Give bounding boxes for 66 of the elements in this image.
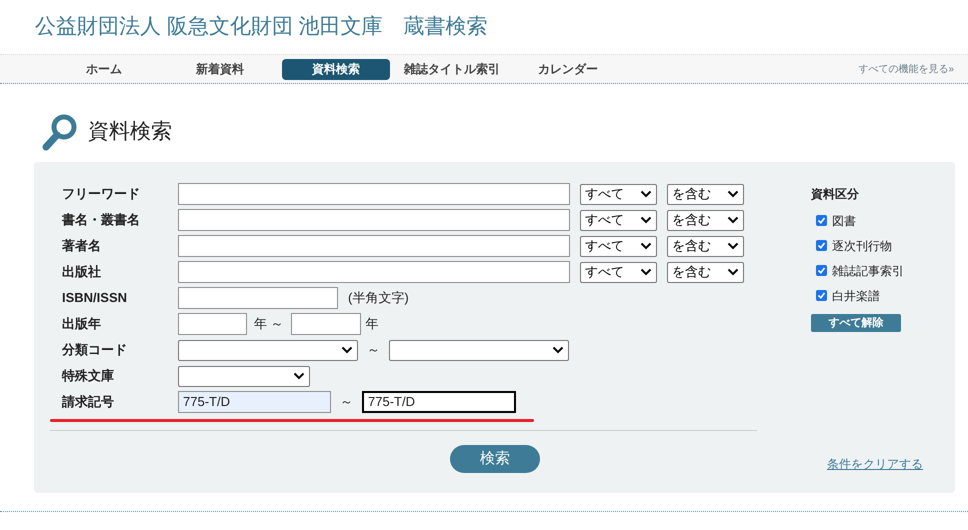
input-field[interactable] xyxy=(178,183,570,205)
range-separator: 年 ～ xyxy=(254,315,284,334)
input-field[interactable] xyxy=(178,287,338,309)
all-features-link[interactable]: すべての機能を見る» xyxy=(858,62,954,76)
input-field[interactable] xyxy=(178,235,570,257)
dropdown[interactable]: すべて xyxy=(580,184,657,204)
chevron-down-icon xyxy=(727,216,739,224)
field-label: 分類コード xyxy=(62,341,128,360)
clear-conditions-link[interactable]: 条件をクリアする xyxy=(827,455,923,473)
checkbox[interactable] xyxy=(816,240,827,251)
nav-tab[interactable]: カレンダー xyxy=(514,58,622,80)
clear-all-button[interactable]: すべて解除 xyxy=(811,314,901,332)
chevron-down-icon xyxy=(727,268,739,276)
field-label: 書名・叢書名 xyxy=(62,211,141,230)
dropdown[interactable]: を含む xyxy=(667,184,744,204)
dropdown[interactable]: を含む xyxy=(667,262,744,282)
input-field[interactable] xyxy=(178,313,247,335)
range-separator: ～ xyxy=(367,341,380,360)
chevron-down-icon xyxy=(727,242,739,250)
field-label: 特殊文庫 xyxy=(62,367,115,386)
chevron-down-icon xyxy=(341,346,353,354)
checkbox-label: 逐次刊行物 xyxy=(832,238,892,254)
unit-label: 年 xyxy=(366,315,379,334)
checkbox[interactable] xyxy=(816,290,827,301)
dropdown[interactable] xyxy=(178,340,358,360)
site-title: 公益財団法人 阪急文化財団 池田文庫 蔵書検索 xyxy=(35,14,488,40)
chevron-down-icon xyxy=(640,216,652,224)
checkbox-label: 白井楽譜 xyxy=(832,288,880,304)
field-label: ISBN/ISSN xyxy=(62,289,128,308)
chevron-down-icon xyxy=(640,242,652,250)
checkbox[interactable] xyxy=(816,215,827,226)
field-label: 出版社 xyxy=(62,263,102,282)
section-title: 資料区分 xyxy=(811,186,860,203)
nav-tab[interactable]: 雑誌タイトル索引 xyxy=(398,58,506,80)
input-field[interactable] xyxy=(178,261,570,283)
dropdown[interactable] xyxy=(178,366,310,386)
search-icon xyxy=(42,113,78,151)
checkbox-label: 図書 xyxy=(832,212,856,230)
search-button[interactable]: 検索 xyxy=(450,445,540,473)
input-field[interactable]: 775-T/D xyxy=(178,391,331,413)
field-label: 請求記号 xyxy=(62,393,115,412)
dropdown[interactable]: すべて xyxy=(580,262,657,282)
nav-tab[interactable]: ホーム xyxy=(50,58,158,80)
dropdown[interactable]: すべて xyxy=(580,210,657,230)
input-field[interactable] xyxy=(290,313,361,335)
chevron-down-icon xyxy=(727,190,739,198)
chevron-down-icon xyxy=(552,346,564,354)
chevron-down-icon xyxy=(293,372,305,380)
field-label: 出版年 xyxy=(62,315,102,334)
chevron-down-icon xyxy=(640,190,652,198)
field-note: (半角文字) xyxy=(348,289,409,308)
page-heading: 資料検索 xyxy=(88,119,172,146)
checkbox[interactable] xyxy=(816,265,827,276)
dropdown[interactable] xyxy=(389,340,569,360)
chevron-down-icon xyxy=(640,268,652,276)
field-label: フリーワード xyxy=(62,185,141,204)
nav-tab[interactable]: 新着資料 xyxy=(166,58,274,80)
range-separator: ～ xyxy=(340,393,353,412)
input-field[interactable]: 775-T/D xyxy=(362,391,516,413)
field-label: 著者名 xyxy=(62,237,102,256)
dropdown[interactable]: を含む xyxy=(667,210,744,230)
dropdown[interactable]: を含む xyxy=(667,236,744,256)
dropdown[interactable]: すべて xyxy=(580,236,657,256)
input-field[interactable] xyxy=(178,209,570,231)
checkbox-label: 雑誌記事索引 xyxy=(832,262,904,280)
nav-tab[interactable]: 資料検索 xyxy=(282,58,390,80)
